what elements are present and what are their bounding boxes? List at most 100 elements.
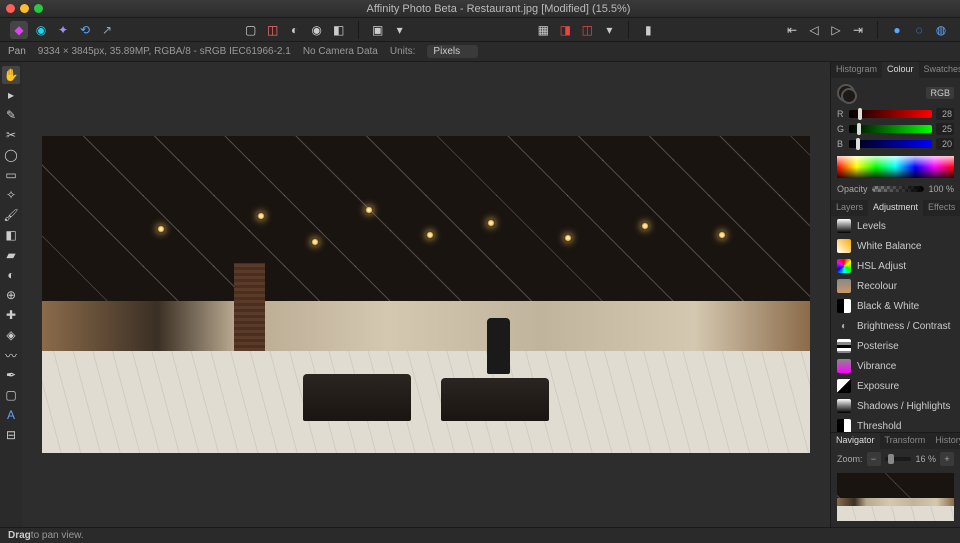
opacity-slider[interactable] [872, 186, 925, 192]
shape-tool[interactable]: ▢ [2, 386, 20, 404]
minimize-window-button[interactable] [20, 4, 29, 13]
maximize-window-button[interactable] [34, 4, 43, 13]
status-hint-text: to pan view. [31, 530, 84, 541]
adj-recolour[interactable]: Recolour [831, 276, 960, 296]
tab-swatches[interactable]: Swatches [919, 62, 960, 78]
move-backward-icon[interactable]: ◁ [805, 21, 823, 39]
status-hint-key: Drag [8, 530, 31, 541]
adj-hsl[interactable]: HSL Adjust [831, 256, 960, 276]
snap-icon[interactable]: ◫ [578, 21, 596, 39]
adjustments-list: Levels White Balance HSL Adjust Recolour… [831, 216, 960, 432]
export-persona-icon[interactable]: ↗ [98, 21, 116, 39]
tab-adjustment[interactable]: Adjustment [868, 200, 923, 216]
snap-flag-icon[interactable]: ◨ [556, 21, 574, 39]
adj-vibrance[interactable]: Vibrance [831, 356, 960, 376]
tone-map-persona-icon[interactable]: ⟲ [76, 21, 94, 39]
options-icon[interactable]: ▾ [600, 21, 618, 39]
fill-tool[interactable]: ▰ [2, 246, 20, 264]
tab-history[interactable]: History [930, 433, 960, 449]
frame-text-tool[interactable]: ⊟ [2, 426, 20, 444]
zoom-slider[interactable] [885, 457, 912, 461]
move-front-icon[interactable]: ⇥ [849, 21, 867, 39]
colour-picker-tool[interactable]: ✎ [2, 106, 20, 124]
blue-value[interactable]: 20 [936, 138, 954, 150]
inpaint-tool[interactable]: ◈ [2, 326, 20, 344]
zoom-in-button[interactable]: + [940, 452, 954, 466]
autocrop-icon[interactable]: ▢ [242, 21, 260, 39]
red-value[interactable]: 28 [936, 108, 954, 120]
move-forward-icon[interactable]: ▷ [827, 21, 845, 39]
intersect-circle-icon[interactable]: ◍ [932, 21, 950, 39]
opacity-label: Opacity [837, 184, 868, 194]
close-window-button[interactable] [6, 4, 15, 13]
photo-persona-icon[interactable]: ◆ [10, 21, 28, 39]
colour-wheel-icon[interactable]: ◉ [308, 21, 326, 39]
subtract-circle-icon[interactable]: ◌ [910, 21, 928, 39]
tab-histogram[interactable]: Histogram [831, 62, 882, 78]
tab-transform[interactable]: Transform [880, 433, 931, 449]
add-circle-icon[interactable]: ● [888, 21, 906, 39]
zoom-value[interactable]: 16 % [915, 454, 936, 464]
tab-colour[interactable]: Colour [882, 62, 919, 78]
text-tool[interactable]: A [2, 406, 20, 424]
dodge-tool[interactable]: ◐ [2, 266, 20, 284]
develop-persona-icon[interactable]: ✦ [54, 21, 72, 39]
selection-brush-tool[interactable]: ◯ [2, 146, 20, 164]
adj-bw[interactable]: Black & White [831, 296, 960, 316]
pen-tool[interactable]: ✒ [2, 366, 20, 384]
navigator-preview[interactable] [837, 473, 954, 521]
contrast-icon[interactable]: ◐ [286, 21, 304, 39]
tab-layers[interactable]: Layers [831, 200, 868, 216]
colour-mode-select[interactable]: RGB [926, 87, 954, 99]
crop-tool[interactable]: ✂ [2, 126, 20, 144]
move-back-icon[interactable]: ⇤ [783, 21, 801, 39]
adj-threshold[interactable]: Threshold [831, 416, 960, 432]
status-bar: Drag to pan view. [0, 527, 960, 543]
studio-panel-right: Histogram Colour Swatches Brushes RGB R … [830, 62, 960, 527]
adj-posterise[interactable]: Posterise [831, 336, 960, 356]
flood-select-tool[interactable]: ✧ [2, 186, 20, 204]
adj-brightness-contrast[interactable]: ◐Brightness / Contrast [831, 316, 960, 336]
g-label: G [837, 124, 845, 134]
red-slider[interactable] [849, 110, 932, 118]
context-toolbar: Pan 9334 × 3845px, 35.89MP, RGBA/8 - sRG… [0, 42, 960, 62]
adj-white-balance[interactable]: White Balance [831, 236, 960, 256]
adj-shadows-highlights[interactable]: Shadows / Highlights [831, 396, 960, 416]
align-icon[interactable]: ▣ [369, 21, 387, 39]
paint-brush-tool[interactable]: 🖌 [2, 206, 20, 224]
adjustment-panel-tabs: Layers Adjustment Effects Styles Stock [831, 200, 960, 216]
smudge-tool[interactable]: 〰 [2, 346, 20, 364]
adj-levels[interactable]: Levels [831, 216, 960, 236]
units-label: Units: [390, 46, 416, 57]
units-select[interactable]: Pixels [427, 45, 478, 58]
tab-effects[interactable]: Effects [923, 200, 960, 216]
quickmask-icon[interactable]: ▦ [534, 21, 552, 39]
navigator-panel: Navigator Transform History Channels Zoo… [831, 432, 960, 527]
erase-tool[interactable]: ◧ [2, 226, 20, 244]
assistant-icon[interactable]: ▮ [639, 21, 657, 39]
zoom-out-button[interactable]: − [867, 452, 881, 466]
marquee-tool[interactable]: ▭ [2, 166, 20, 184]
hue-picker[interactable] [837, 156, 954, 178]
move-tool[interactable]: ▸ [2, 86, 20, 104]
green-value[interactable]: 25 [936, 123, 954, 135]
adj-exposure[interactable]: Exposure [831, 376, 960, 396]
gradient-icon[interactable]: ◧ [330, 21, 348, 39]
canvas-viewport[interactable] [22, 62, 830, 527]
healing-tool[interactable]: ✚ [2, 306, 20, 324]
pan-tool[interactable]: ✋ [2, 66, 20, 84]
tools-panel: ✋ ▸ ✎ ✂ ◯ ▭ ✧ 🖌 ◧ ▰ ◐ ⊕ ✚ ◈ 〰 ✒ ▢ A ⊟ [0, 62, 22, 527]
primary-colour-well[interactable] [837, 84, 855, 102]
colour-panel: RGB R 28 G 25 B 20 [831, 78, 960, 200]
persona-toolbar: ◆ ◉ ✦ ⟲ ↗ ▢ ◫ ◐ ◉ ◧ ▣ ▾ ▦ ◨ ◫ ▾ ▮ ⇤ ◁ ▷ … [0, 18, 960, 42]
opacity-value[interactable]: 100 % [928, 184, 954, 194]
liquify-persona-icon[interactable]: ◉ [32, 21, 50, 39]
clone-tool[interactable]: ⊕ [2, 286, 20, 304]
selection-icon[interactable]: ◫ [264, 21, 282, 39]
arrange-icon[interactable]: ▾ [391, 21, 409, 39]
document-canvas[interactable] [42, 136, 810, 452]
blue-slider[interactable] [849, 140, 932, 148]
tab-navigator[interactable]: Navigator [831, 433, 880, 449]
green-slider[interactable] [849, 125, 932, 133]
window-title: Affinity Photo Beta - Restaurant.jpg [Mo… [43, 3, 954, 15]
